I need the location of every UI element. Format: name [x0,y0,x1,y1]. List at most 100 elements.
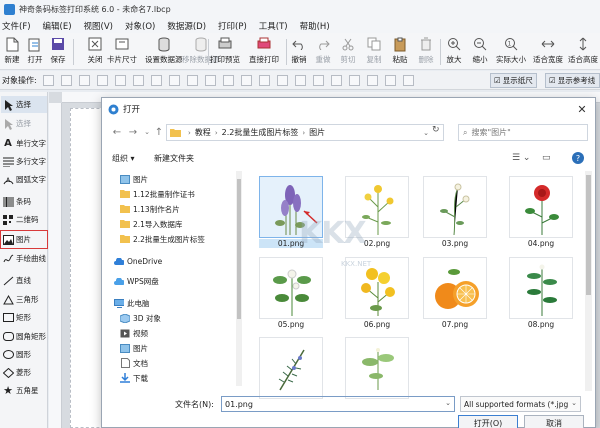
view-options-icon[interactable]: ☰ ⌄ [512,153,530,163]
tree-item-downloads[interactable]: 下载 [120,372,148,384]
file-item[interactable]: 05.png [259,257,323,335]
zoom-out-button[interactable]: 缩小 [472,36,488,69]
chevron-down-icon[interactable]: ⌄ [423,129,429,137]
tool-diamond[interactable]: 菱形 [1,364,47,381]
tool-qrcode[interactable]: 二维码 [1,211,47,228]
menu-edit[interactable]: 编辑(E) [43,20,72,32]
tool-rounded-rectangle[interactable]: 圆角矩形 [1,328,47,345]
tree-item-folder[interactable]: 1.12批量制作证书 [120,188,195,200]
tree-item-documents[interactable]: 文档 [120,357,148,369]
menu-object[interactable]: 对象(O) [125,20,155,32]
align-icon[interactable] [150,74,162,86]
show-paper-size-button[interactable]: ☑ 显示纸尺 [490,73,537,88]
align-icon[interactable] [96,74,108,86]
tree-item-onedrive[interactable]: OneDrive [114,255,162,267]
new-button[interactable]: 新建 [4,36,20,69]
align-icon[interactable] [78,74,90,86]
tool-line[interactable]: 直线 [1,272,47,289]
scrollbar-thumb[interactable] [237,179,241,319]
back-icon[interactable]: ← [110,125,124,139]
tree-item-wps-drive[interactable]: WPS网盘 [114,275,159,287]
new-folder-button[interactable]: 新建文件夹 [154,153,194,164]
delete-button[interactable]: 删除 [418,36,434,69]
address-bar[interactable]: › 教程 › 2.2批量生成图片标签 › 图片 ⌄ [166,124,444,141]
zoom-in-button[interactable]: 放大 [446,36,462,69]
align-icon[interactable] [186,74,198,86]
tool-select[interactable]: 选择 [1,96,47,113]
tree-item-this-pc[interactable]: 此电脑 [114,297,150,309]
tool-triangle[interactable]: 三角形 [1,291,47,308]
print-preview-button[interactable]: 打印预览 [210,36,240,69]
save-button[interactable]: 保存 [50,36,66,69]
cancel-button[interactable]: 取消 [524,415,584,428]
help-icon[interactable]: ? [572,152,584,164]
menu-file[interactable]: 文件(F) [2,20,31,32]
file-grid-scrollbar[interactable] [585,171,592,391]
open-button[interactable]: 打开(O) [458,415,518,428]
search-input[interactable]: ⌕ 搜索"图片" [458,124,588,141]
tree-item-folder[interactable]: 2.1导入数据库 [120,218,182,230]
card-size-button[interactable]: 卡片尺寸 [107,36,137,69]
menu-view[interactable]: 视图(V) [84,20,113,32]
menu-help[interactable]: 帮助(H) [300,20,330,32]
file-item[interactable]: 08.png [509,257,573,335]
tool-barcode[interactable]: 条码 [1,193,47,210]
paste-button[interactable]: 粘贴 [392,36,408,69]
file-item[interactable]: 06.png [345,257,409,335]
align-icon[interactable] [294,74,306,86]
align-icon[interactable] [60,74,72,86]
cut-button[interactable]: 剪切 [340,36,356,69]
organize-button[interactable]: 组织 ▾ [112,153,135,164]
tree-scrollbar[interactable] [236,171,242,386]
tool-select-alt[interactable]: 选择 [1,115,47,132]
close-icon[interactable]: ✕ [575,102,589,116]
open-button[interactable]: 打开 [27,36,43,69]
align-icon[interactable] [42,74,54,86]
align-icon[interactable] [258,74,270,86]
undo-button[interactable]: 撤销 [291,36,307,69]
tree-item-3d-objects[interactable]: 3D 对象 [120,312,161,324]
breadcrumb-item[interactable]: 2.2批量生成图片标签 [222,127,299,138]
align-icon[interactable] [348,74,360,86]
tool-multi-line-text[interactable]: 多行文字 [1,153,47,170]
tree-item-pictures[interactable]: 图片 [120,173,148,185]
fit-height-button[interactable]: 适合高度 [568,36,598,69]
breadcrumb-item[interactable]: 教程 [195,127,211,138]
scrollbar-thumb[interactable] [586,175,591,295]
menu-print[interactable]: 打印(P) [218,20,247,32]
tree-item-pictures[interactable]: 图片 [120,342,148,354]
tool-star[interactable]: ★ 五角星 [1,382,47,399]
align-icon[interactable] [330,74,342,86]
preview-pane-icon[interactable]: ▭ [542,153,551,163]
close-button[interactable]: 关闭 [87,36,103,69]
tool-rectangle[interactable]: 矩形 [1,309,47,326]
align-icon[interactable] [204,74,216,86]
tool-arc-text[interactable]: A 圆弧文字 [1,171,47,188]
align-icon[interactable] [312,74,324,86]
align-icon[interactable] [384,74,396,86]
chevron-down-icon[interactable]: ⌄ [445,399,451,407]
file-item[interactable]: 04.png [509,176,573,254]
redo-button[interactable]: 重做 [315,36,331,69]
tool-image[interactable]: 图片 [0,230,48,249]
align-icon[interactable] [114,74,126,86]
tree-item-folder[interactable]: 1.13制作名片 [120,203,180,215]
filetype-select[interactable]: All supported formats (*.jpg ⌄ [460,396,581,412]
set-datasource-button[interactable]: 设置数据源 [145,36,183,69]
show-guides-button[interactable]: ☑ 显示参考线 [545,73,600,88]
align-icon[interactable] [222,74,234,86]
up-icon[interactable]: ↑ [152,125,166,139]
tool-freehand[interactable]: 手绘曲线 [1,250,47,267]
align-icon[interactable] [276,74,288,86]
direct-print-button[interactable]: 直接打印 [249,36,279,69]
menu-tools[interactable]: 工具(T) [259,20,288,32]
menu-datasource[interactable]: 数据源(D) [167,20,206,32]
tool-single-line-text[interactable]: A 单行文字 [1,135,47,152]
file-item[interactable]: 07.png [423,257,487,335]
fit-width-button[interactable]: 适合宽度 [533,36,563,69]
filename-input[interactable]: 01.png ⌄ [221,396,455,412]
copy-button[interactable]: 复制 [366,36,382,69]
tool-ellipse[interactable]: 圆形 [1,346,47,363]
forward-icon[interactable]: → [126,125,140,139]
refresh-icon[interactable]: ↻ [432,125,440,135]
